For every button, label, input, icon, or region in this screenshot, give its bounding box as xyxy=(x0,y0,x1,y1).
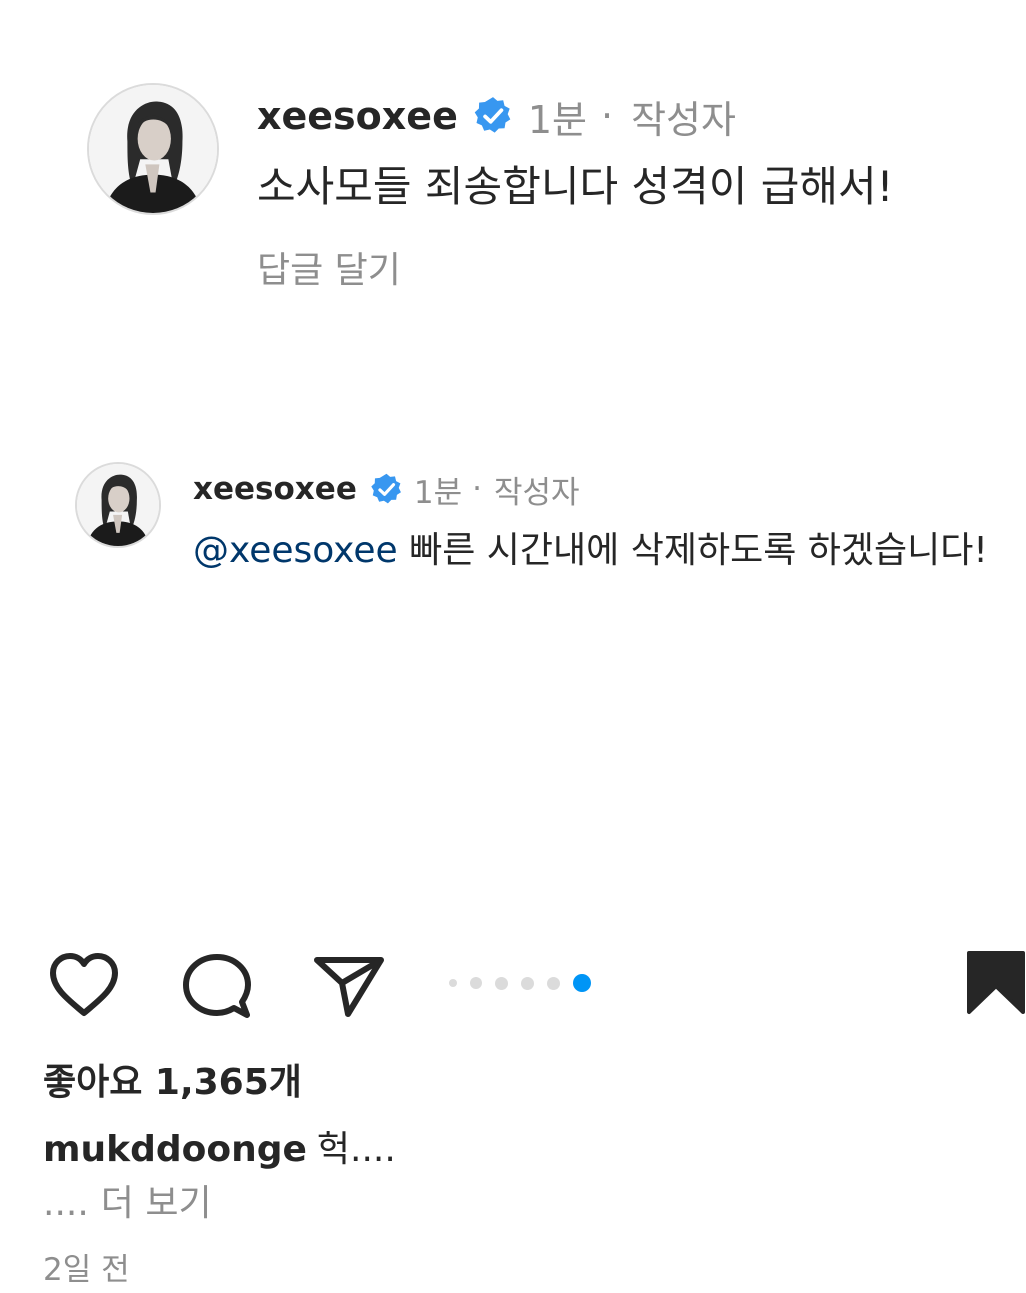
save-button[interactable] xyxy=(966,950,1026,1016)
caption-text: 헉.... xyxy=(316,1129,396,1170)
like-button[interactable] xyxy=(46,950,122,1020)
carousel-dot xyxy=(547,976,560,990)
meta-separator: · xyxy=(472,471,482,507)
mention-link[interactable]: @xeesoxee xyxy=(193,530,398,571)
caption-username[interactable]: mukddoonge xyxy=(43,1129,307,1170)
share-icon xyxy=(314,957,384,1017)
carousel-indicator xyxy=(449,970,604,996)
more-link[interactable]: 더 보기 xyxy=(101,1183,212,1224)
comment-avatar[interactable] xyxy=(75,462,161,548)
carousel-dot xyxy=(521,976,534,990)
comment-username[interactable]: xeesoxee xyxy=(257,94,458,138)
author-badge: 작성자 xyxy=(631,97,736,142)
carousel-dot xyxy=(495,976,508,990)
comment-avatar[interactable] xyxy=(87,83,219,215)
share-button[interactable] xyxy=(312,950,386,1020)
comment-text: @xeesoxee 빠른 시간내에 삭제하도록 하겠습니다! xyxy=(193,524,1003,577)
comment-icon xyxy=(183,954,251,1018)
comment-time: 1분 xyxy=(527,97,587,142)
comment-header: xeesoxee 1분 · 작성자 xyxy=(193,466,580,512)
meta-separator: · xyxy=(600,94,614,138)
reply-button[interactable]: 답글 달기 xyxy=(257,244,401,298)
carousel-dot xyxy=(470,977,482,989)
comment-time: 1분 xyxy=(413,474,463,511)
like-count[interactable]: 좋아요 1,365개 xyxy=(43,1058,302,1108)
carousel-dot xyxy=(449,979,457,987)
comment-text: 소사모들 죄송합니다 성격이 급해서! xyxy=(257,162,894,211)
comment-body: 빠른 시간내에 삭제하도록 하겠습니다! xyxy=(397,530,988,571)
caption-continuation: .... 더 보기 xyxy=(43,1180,212,1228)
author-badge: 작성자 xyxy=(493,474,580,511)
verified-badge-icon xyxy=(369,472,404,507)
avatar-photo xyxy=(89,85,217,213)
comment-username[interactable]: xeesoxee xyxy=(193,471,357,507)
post-timestamp: 2일 전 xyxy=(43,1252,130,1288)
comment-header: xeesoxee 1분 · 작성자 xyxy=(257,88,736,144)
verified-badge-icon xyxy=(472,95,514,137)
avatar-photo xyxy=(77,464,159,546)
post-caption: mukddoonge 헉.... xyxy=(43,1125,396,1175)
bookmark-icon xyxy=(967,951,1025,1014)
carousel-dot-active xyxy=(573,974,591,992)
comment-button[interactable] xyxy=(180,950,254,1022)
caption-ellipsis: .... xyxy=(43,1183,89,1224)
heart-icon xyxy=(50,953,118,1016)
